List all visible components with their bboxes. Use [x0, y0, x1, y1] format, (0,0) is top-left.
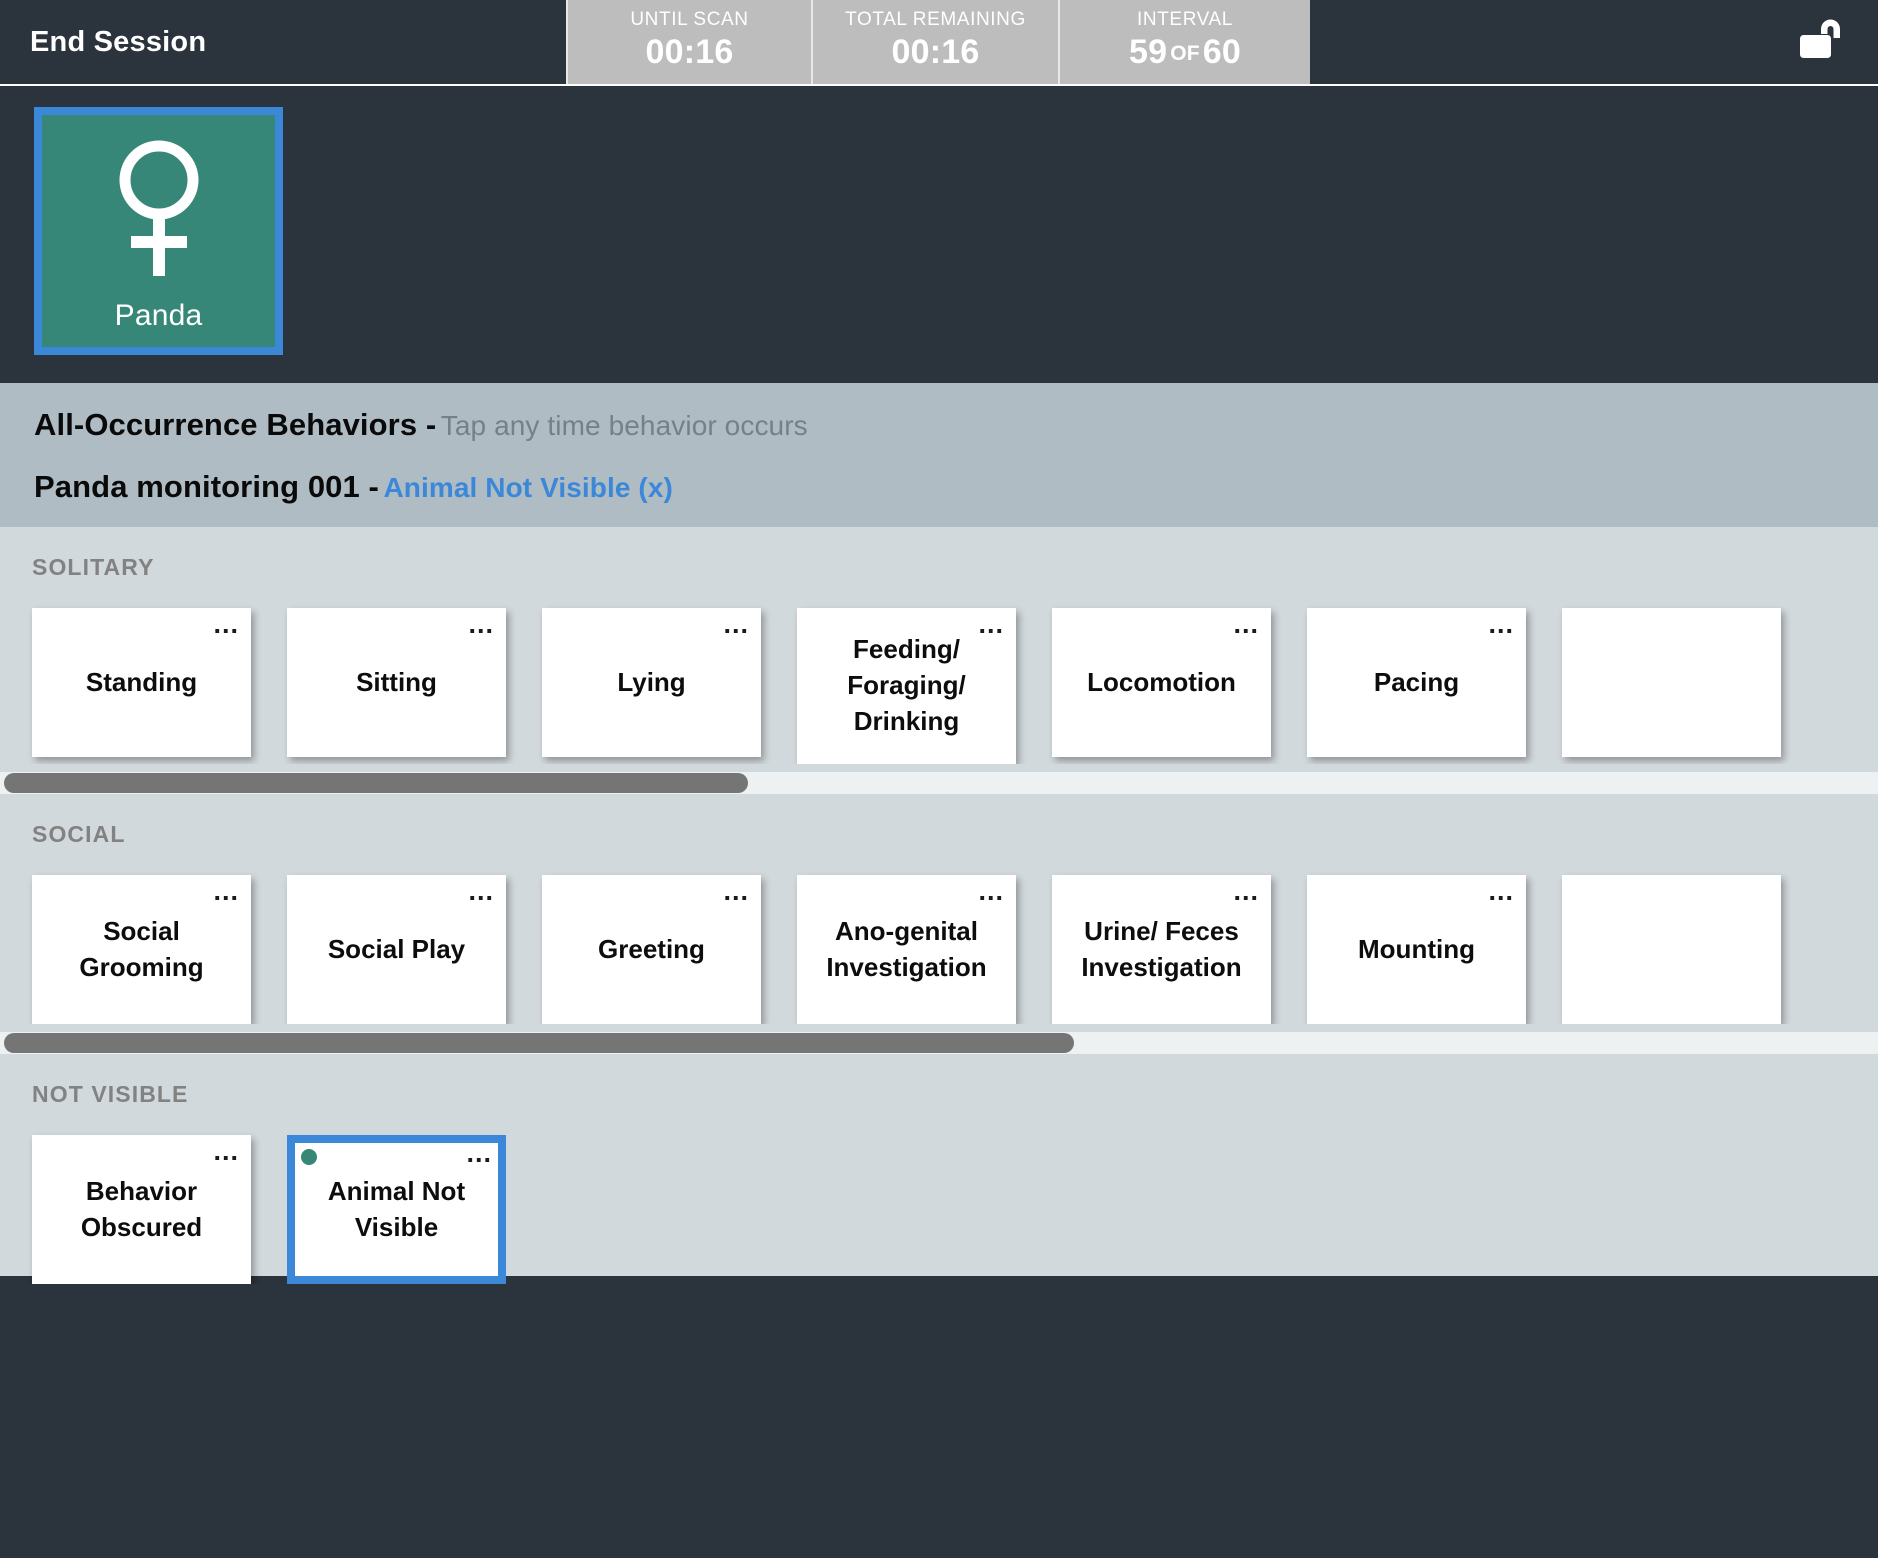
card-menu-icon[interactable]: ... [978, 878, 1004, 905]
solitary-scrollbar-thumb[interactable] [4, 773, 748, 793]
section-solitary: SOLITARY ... Standing ... Sitting ... Ly… [0, 527, 1878, 794]
behavior-card-pacing[interactable]: ... Pacing [1307, 608, 1526, 757]
all-occurrence-header: All-Occurrence Behaviors - Tap any time … [34, 407, 1878, 443]
section-not-visible-title: NOT VISIBLE [32, 1081, 189, 1107]
behavior-card-label: Social Play [327, 933, 466, 964]
interval-counter[interactable]: INTERVAL 59 OF60 [1060, 0, 1310, 84]
behavior-card-greeting[interactable]: ... Greeting [542, 875, 761, 1024]
card-menu-icon[interactable]: ... [466, 1140, 492, 1167]
card-menu-icon[interactable]: ... [1233, 611, 1259, 638]
section-solitary-row: ... Standing ... Sitting ... Lying ... F… [0, 581, 1878, 764]
timers-group: UNTIL SCAN 00:16 TOTAL REMAINING 00:16 I… [566, 0, 1310, 84]
card-menu-icon[interactable]: ... [213, 611, 239, 638]
behavior-card-sitting[interactable]: ... Sitting [287, 608, 506, 757]
behavior-card-label: Locomotion [1087, 666, 1236, 697]
timer-total-remaining-label: TOTAL REMAINING [845, 8, 1026, 30]
behaviors-panel: SOLITARY ... Standing ... Sitting ... Ly… [0, 527, 1878, 1284]
behavior-card-label: Pacing [1373, 666, 1460, 697]
subject-strip: Panda [0, 86, 1878, 383]
behavior-card-standing[interactable]: ... Standing [32, 608, 251, 757]
lock-toggle-button[interactable] [1768, 0, 1878, 84]
behavior-card-partial[interactable] [1562, 608, 1781, 757]
timer-total-remaining-value: 00:16 [891, 32, 980, 71]
behavior-card-behavior-obscured[interactable]: ... Behavior Obscured [32, 1135, 251, 1284]
behavior-card-social-grooming[interactable]: ... Social Grooming [32, 875, 251, 1024]
behavior-card-label: Behavior Obscured [80, 1175, 203, 1242]
social-scrollbar[interactable] [0, 1032, 1878, 1054]
card-menu-icon[interactable]: ... [978, 611, 1004, 638]
behavior-card-ano-genital-investigation[interactable]: ... Ano-genital Investigation [797, 875, 1016, 1024]
card-menu-icon[interactable]: ... [213, 878, 239, 905]
session-header: Panda monitoring 001 - Animal Not Visibl… [34, 469, 1878, 505]
section-not-visible: NOT VISIBLE ... Behavior Obscured ... An… [0, 1054, 1878, 1284]
card-menu-icon[interactable]: ... [468, 878, 494, 905]
behaviors-header-band: All-Occurrence Behaviors - Tap any time … [0, 383, 1878, 527]
active-status-dot-icon [301, 1149, 317, 1165]
behavior-card-label: Standing [85, 666, 198, 697]
behavior-card-label: Animal Not Visible [327, 1175, 466, 1242]
section-social: SOCIAL ... Social Grooming ... Social Pl… [0, 794, 1878, 1054]
section-social-title: SOCIAL [32, 821, 126, 847]
solitary-scrollbar[interactable] [0, 772, 1878, 794]
behavior-card-partial[interactable] [1562, 875, 1781, 1024]
subject-card-panda[interactable]: Panda [34, 107, 283, 355]
behavior-card-label: Mounting [1358, 933, 1475, 964]
card-menu-icon[interactable]: ... [723, 878, 749, 905]
timer-until-scan-value: 00:16 [645, 32, 734, 71]
behavior-card-feeding-foraging-drinking[interactable]: ... Feeding/ Foraging/ Drinking [797, 608, 1016, 764]
end-session-label: End Session [30, 25, 207, 58]
section-not-visible-row: ... Behavior Obscured ... Animal Not Vis… [0, 1108, 1878, 1284]
behavior-card-label: Greeting [598, 933, 705, 964]
interval-current: 59 [1129, 32, 1168, 71]
section-solitary-title: SOLITARY [32, 554, 155, 580]
interval-total: 60 [1202, 32, 1241, 71]
top-bar: End Session UNTIL SCAN 00:16 TOTAL REMAI… [0, 0, 1878, 86]
end-session-button[interactable]: End Session [0, 0, 566, 84]
female-icon [113, 134, 205, 289]
card-menu-icon[interactable]: ... [723, 611, 749, 638]
page-subtitle: Tap any time behavior occurs [440, 410, 808, 441]
behavior-card-lying[interactable]: ... Lying [542, 608, 761, 757]
behavior-card-locomotion[interactable]: ... Locomotion [1052, 608, 1271, 757]
interval-label: INTERVAL [1137, 8, 1233, 30]
card-menu-icon[interactable]: ... [1488, 878, 1514, 905]
card-menu-icon[interactable]: ... [1233, 878, 1259, 905]
behavior-card-urine-feces-investigation[interactable]: ... Urine/ Feces Investigation [1052, 875, 1271, 1024]
section-social-row: ... Social Grooming ... Social Play ... … [0, 848, 1878, 1024]
unlock-icon [1800, 19, 1840, 58]
behavior-card-label: Lying [617, 666, 686, 697]
behavior-card-label: Social Grooming [79, 915, 204, 982]
social-scrollbar-thumb[interactable] [4, 1033, 1075, 1053]
interval-of: OF [1170, 41, 1200, 65]
card-menu-icon[interactable]: ... [213, 1138, 239, 1165]
subject-name: Panda [114, 298, 203, 332]
timer-until-scan[interactable]: UNTIL SCAN 00:16 [566, 0, 813, 84]
page-title: All-Occurrence Behaviors - [34, 407, 437, 442]
card-menu-icon[interactable]: ... [1488, 611, 1514, 638]
bottom-bar [0, 1276, 1878, 1336]
interval-value: 59 OF60 [1129, 33, 1241, 72]
behavior-card-label: Ano-genital Investigation [826, 915, 987, 982]
session-title: Panda monitoring 001 - [34, 469, 379, 504]
behavior-card-social-play[interactable]: ... Social Play [287, 875, 506, 1024]
behavior-card-mounting[interactable]: ... Mounting [1307, 875, 1526, 1024]
card-menu-icon[interactable]: ... [468, 611, 494, 638]
behavior-card-animal-not-visible[interactable]: ... Animal Not Visible [287, 1135, 506, 1284]
timer-total-remaining[interactable]: TOTAL REMAINING 00:16 [813, 0, 1060, 84]
behavior-card-label: Urine/ Feces Investigation [1081, 915, 1242, 982]
animal-not-visible-link[interactable]: Animal Not Visible (x) [383, 472, 673, 503]
behavior-card-label: Feeding/ Foraging/ Drinking [847, 634, 966, 736]
timer-until-scan-label: UNTIL SCAN [630, 8, 749, 30]
behavior-card-label: Sitting [356, 666, 437, 697]
